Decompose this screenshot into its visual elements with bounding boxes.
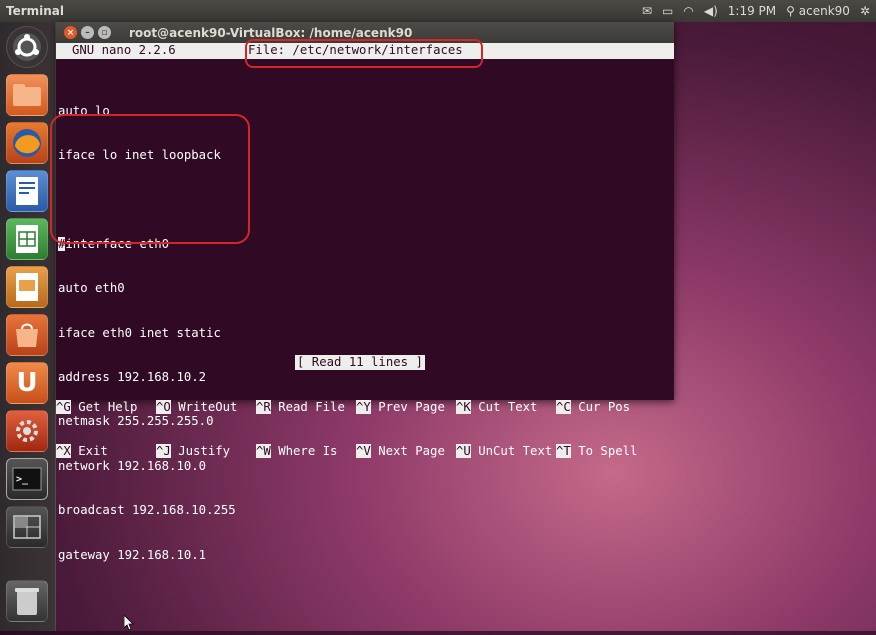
shortcut-cur-pos[interactable]: ^C Cur Pos [556, 399, 630, 415]
ubuntu-one-icon[interactable]: U [6, 362, 48, 404]
user-menu[interactable]: ⚲ acenk90 [786, 4, 850, 18]
software-center-icon[interactable] [6, 314, 48, 356]
mail-icon[interactable]: ✉ [642, 4, 652, 18]
network-icon[interactable]: ◠ [683, 4, 693, 18]
files-icon[interactable] [6, 74, 48, 116]
user-icon: ⚲ [786, 4, 795, 18]
shortcut-get-help[interactable]: ^G Get Help [56, 399, 137, 415]
shortcut-read-file[interactable]: ^R Read File [256, 399, 345, 415]
battery-icon[interactable]: ▭ [662, 4, 673, 18]
gear-icon[interactable]: ✲ [860, 4, 870, 18]
shortcut-where-is[interactable]: ^W Where Is [256, 443, 337, 459]
workspace-switcher-icon[interactable] [6, 506, 48, 548]
status-message: [ Read 11 lines ] [295, 355, 425, 370]
shortcut-next-page[interactable]: ^V Next Page [356, 443, 445, 459]
impress-icon[interactable] [6, 266, 48, 308]
writer-icon[interactable] [6, 170, 48, 212]
shortcut-justify[interactable]: ^J Justify [156, 443, 230, 459]
editor-line: auto eth0 [58, 281, 125, 296]
firefox-icon[interactable] [6, 122, 48, 164]
window-title: root@acenk90-VirtualBox: /home/acenk90 [129, 25, 413, 40]
shortcut-prev-page[interactable]: ^Y Prev Page [356, 399, 445, 415]
annotation-config-highlight [50, 114, 250, 244]
close-icon[interactable]: × [64, 26, 77, 39]
shortcut-cut-text[interactable]: ^K Cut Text [456, 399, 537, 415]
shortcut-uncut-text[interactable]: ^U UnCut Text [456, 443, 552, 459]
user-name: acenk90 [798, 4, 850, 18]
nano-version: GNU nano 2.2.6 [72, 43, 176, 57]
editor-line: iface eth0 inet static [58, 325, 221, 340]
shortcut-row: ^G Get Help ^O WriteOut ^R Read File ^Y … [56, 399, 674, 415]
launcher: U >_ [0, 22, 56, 631]
shortcut-writeout[interactable]: ^O WriteOut [156, 399, 237, 415]
shortcut-exit[interactable]: ^X Exit [56, 443, 108, 459]
shortcut-row: ^X Exit ^J Justify ^W Where Is ^V Next P… [56, 443, 674, 459]
system-settings-icon[interactable] [6, 410, 48, 452]
shortcut-to-spell[interactable]: ^T To Spell [556, 443, 637, 459]
dash-home-icon[interactable] [6, 26, 48, 68]
trash-icon[interactable] [6, 580, 48, 622]
clock[interactable]: 1:19 PM [728, 4, 776, 18]
mouse-pointer-icon [123, 614, 134, 635]
top-panel: Terminal ✉ ▭ ◠ ◀) 1:19 PM ⚲ acenk90 ✲ [0, 0, 876, 22]
annotation-file-highlight [245, 39, 483, 68]
maximize-icon[interactable]: ▫ [98, 26, 111, 39]
system-tray: ✉ ▭ ◠ ◀) 1:19 PM ⚲ acenk90 ✲ [642, 4, 870, 18]
active-app-name: Terminal [6, 4, 65, 18]
svg-text:>_: >_ [16, 474, 29, 485]
terminal-icon[interactable]: >_ [6, 458, 48, 500]
minimize-icon[interactable]: – [81, 26, 94, 39]
shortcut-bar: ^G Get Help ^O WriteOut ^R Read File ^Y … [56, 370, 674, 488]
calc-icon[interactable] [6, 218, 48, 260]
volume-icon[interactable]: ◀) [704, 4, 718, 18]
